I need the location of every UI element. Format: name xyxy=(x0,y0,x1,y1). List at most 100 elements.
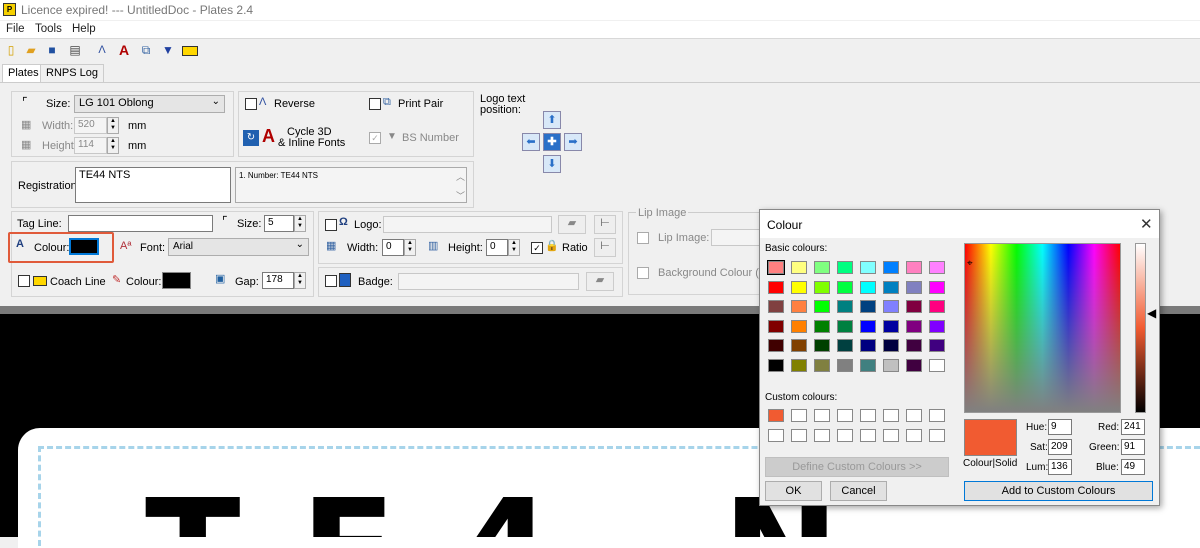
scroll-up-icon[interactable]: ︿ xyxy=(456,170,465,183)
colour-swatch[interactable] xyxy=(883,409,899,422)
colour-swatch[interactable] xyxy=(860,261,876,274)
bs-number-checkbox[interactable]: ✓ xyxy=(369,132,381,144)
colour-swatch[interactable] xyxy=(767,260,785,275)
text-a-icon[interactable]: A xyxy=(116,42,132,58)
colour-swatch[interactable] xyxy=(791,261,807,274)
tag-size-spinner[interactable]: ▲ ▼ xyxy=(294,215,306,232)
height-input[interactable]: 114 xyxy=(74,137,107,154)
arrow-up-button[interactable]: ⬆ xyxy=(543,111,561,129)
colour-swatch[interactable] xyxy=(768,409,784,422)
colour-swatch[interactable] xyxy=(814,261,830,274)
tag-colour-swatch[interactable] xyxy=(69,238,99,255)
new-doc-icon[interactable]: ▯ xyxy=(3,42,19,58)
colour-swatch[interactable] xyxy=(860,409,876,422)
center-button[interactable]: ✚ xyxy=(543,133,561,151)
open-folder-icon[interactable]: ▰ xyxy=(23,42,39,58)
colour-swatch[interactable] xyxy=(906,428,922,442)
colour-swatch[interactable] xyxy=(929,358,945,372)
red-input[interactable]: 241 xyxy=(1121,419,1145,435)
rectangle-icon[interactable] xyxy=(182,46,198,56)
registration-input[interactable]: TE44 NTS xyxy=(75,167,231,203)
colour-swatch[interactable] xyxy=(814,428,830,442)
luminosity-pointer-icon[interactable]: ◀ xyxy=(1147,306,1156,320)
hue-input[interactable]: 9 xyxy=(1048,419,1072,435)
colour-swatch[interactable] xyxy=(768,300,784,313)
colour-swatch[interactable] xyxy=(791,300,807,313)
badge-path-input[interactable] xyxy=(398,273,579,290)
colour-swatch[interactable] xyxy=(906,339,922,352)
tag-size-input[interactable]: 5 xyxy=(264,215,294,232)
colour-swatch[interactable] xyxy=(768,358,784,372)
colour-swatch[interactable] xyxy=(768,428,784,442)
colour-swatch[interactable] xyxy=(883,319,899,333)
colour-swatch[interactable] xyxy=(791,319,807,333)
colour-swatch[interactable] xyxy=(906,300,922,313)
menu-file[interactable]: File xyxy=(6,23,25,35)
filter-icon[interactable]: ▼ xyxy=(160,42,176,58)
colour-swatch[interactable] xyxy=(906,319,922,333)
colour-swatch[interactable] xyxy=(906,358,922,372)
gap-input[interactable]: 178 xyxy=(262,272,294,289)
coach-line-checkbox[interactable] xyxy=(18,275,30,287)
colour-swatch[interactable] xyxy=(906,409,922,422)
print-icon[interactable]: ▤ xyxy=(67,42,83,58)
colour-swatch[interactable] xyxy=(906,261,922,274)
colour-swatch[interactable] xyxy=(837,409,853,422)
coach-colour-swatch[interactable] xyxy=(162,272,191,289)
colour-swatch[interactable] xyxy=(883,261,899,274)
ratio-checkbox[interactable]: ✓ xyxy=(531,242,543,254)
colour-swatch[interactable] xyxy=(860,280,876,294)
colour-swatch[interactable] xyxy=(883,339,899,352)
logo-width-spinner[interactable]: ▲ ▼ xyxy=(404,239,416,256)
tab-plates[interactable]: Plates xyxy=(2,64,45,84)
blue-input[interactable]: 49 xyxy=(1121,459,1145,475)
font-style-icon[interactable]: Ʌ xyxy=(94,42,110,58)
add-to-custom-colours-button[interactable]: Add to Custom Colours xyxy=(964,481,1153,501)
menu-tools[interactable]: Tools xyxy=(35,23,62,35)
colour-swatch[interactable] xyxy=(768,339,784,352)
colour-swatch[interactable] xyxy=(791,428,807,442)
copy-icon[interactable]: ⧉ xyxy=(138,42,154,58)
colour-swatch[interactable] xyxy=(814,409,830,422)
background-colour-checkbox[interactable] xyxy=(637,267,649,279)
colour-swatch[interactable] xyxy=(768,280,784,294)
colour-swatch[interactable] xyxy=(929,319,945,333)
colour-swatch[interactable] xyxy=(814,339,830,352)
cancel-button[interactable]: Cancel xyxy=(830,481,887,501)
colour-spectrum[interactable]: ⌖ xyxy=(964,243,1121,413)
lip-image-input[interactable] xyxy=(711,229,761,246)
colour-swatch[interactable] xyxy=(837,319,853,333)
colour-swatch[interactable] xyxy=(929,428,945,442)
align-icon[interactable]: ⊢ xyxy=(594,238,616,257)
colour-swatch[interactable] xyxy=(929,300,945,313)
badge-checkbox[interactable] xyxy=(325,275,337,287)
colour-swatch[interactable] xyxy=(814,280,830,294)
colour-swatch[interactable] xyxy=(768,319,784,333)
colour-swatch[interactable] xyxy=(860,319,876,333)
colour-swatch[interactable] xyxy=(791,358,807,372)
tag-line-input[interactable] xyxy=(68,215,213,232)
colour-swatch[interactable] xyxy=(837,261,853,274)
colour-swatch[interactable] xyxy=(906,280,922,294)
logo-width-input[interactable]: 0 xyxy=(382,239,404,256)
open-folder-icon[interactable]: ▰ xyxy=(558,215,586,234)
align-icon[interactable]: ⊢ xyxy=(594,215,616,234)
colour-swatch[interactable] xyxy=(837,280,853,294)
colour-swatch[interactable] xyxy=(929,280,945,294)
cycle-icon[interactable]: ↻ xyxy=(243,130,259,146)
define-custom-colours-button[interactable]: Define Custom Colours >> xyxy=(765,457,949,477)
logo-height-input[interactable]: 0 xyxy=(486,239,508,256)
print-pair-checkbox[interactable] xyxy=(369,98,381,110)
colour-swatch[interactable] xyxy=(837,300,853,313)
colour-swatch[interactable] xyxy=(860,300,876,313)
arrow-down-button[interactable]: ⬇ xyxy=(543,155,561,173)
colour-swatch[interactable] xyxy=(883,300,899,313)
colour-swatch[interactable] xyxy=(860,428,876,442)
arrow-right-button[interactable]: ➡ xyxy=(564,133,582,151)
reverse-checkbox[interactable] xyxy=(245,98,257,110)
colour-swatch[interactable] xyxy=(814,358,830,372)
size-select[interactable]: LG 101 Oblong ⌄ xyxy=(74,95,225,113)
colour-swatch[interactable] xyxy=(929,261,945,274)
colour-swatch[interactable] xyxy=(860,339,876,352)
colour-swatch[interactable] xyxy=(860,358,876,372)
